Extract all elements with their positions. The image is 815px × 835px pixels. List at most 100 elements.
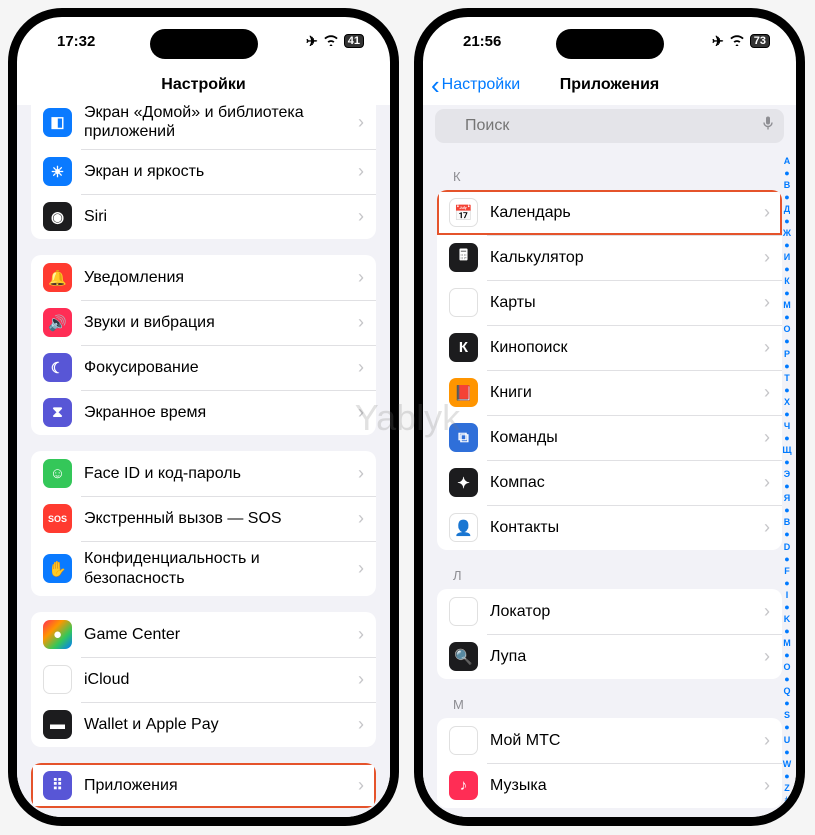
chevron-right-icon: ›	[764, 292, 770, 313]
index-letter[interactable]: Х	[784, 398, 790, 407]
index-letter[interactable]: F	[784, 567, 790, 576]
settings-row[interactable]: 🖩Калькулятор›	[437, 235, 782, 280]
index-letter[interactable]: ●	[784, 434, 789, 443]
nav-bar: Настройки Приложения	[423, 65, 796, 105]
index-letter[interactable]: ●	[784, 506, 789, 515]
settings-row[interactable]: ✦Компас›	[437, 460, 782, 505]
settings-row[interactable]: ▬Wallet и Apple Pay›	[31, 702, 376, 747]
index-letter[interactable]: S	[784, 711, 790, 720]
index-letter[interactable]: Я	[784, 494, 790, 503]
settings-row[interactable]: ⧗Экранное время›	[31, 390, 376, 435]
wallet-icon: ▬	[43, 710, 72, 739]
chevron-right-icon: ›	[358, 357, 364, 378]
index-letter[interactable]: К	[784, 277, 790, 286]
settings-row[interactable]: ⠿Приложения›	[31, 763, 376, 808]
maps-icon: 🗺	[449, 288, 478, 317]
index-letter[interactable]: Ж	[783, 229, 791, 238]
settings-row[interactable]: ◉Siri›	[31, 194, 376, 239]
index-letter[interactable]: О	[783, 325, 790, 334]
index-letter[interactable]: ●	[784, 217, 789, 226]
section-index[interactable]: А ● В ● Д ● Ж ● И ● К ● М ● О ● Р ● Т ● Х ● Ч ● Щ ● Э ● Я ● B ● D ● F ● I ● K ●…	[780, 155, 794, 807]
index-letter[interactable]: B	[784, 518, 791, 527]
index-letter[interactable]: ●	[784, 386, 789, 395]
index-letter[interactable]: ●	[784, 603, 789, 612]
index-letter[interactable]: ●	[784, 627, 789, 636]
shortcuts-icon: ⧉	[449, 423, 478, 452]
nav-title: Приложения	[560, 76, 660, 94]
index-letter[interactable]: ●	[784, 313, 789, 322]
index-letter[interactable]: #	[784, 796, 789, 805]
back-button[interactable]: Настройки	[431, 72, 520, 98]
index-letter[interactable]: ●	[784, 362, 789, 371]
search-input[interactable]	[435, 109, 784, 143]
index-letter[interactable]: ●	[784, 289, 789, 298]
index-letter[interactable]: ●	[784, 265, 789, 274]
content-right[interactable]: К📅Календарь›🖩Калькулятор›🗺Карты›ККинопои…	[423, 105, 796, 817]
index-letter[interactable]: M	[783, 639, 791, 648]
settings-row[interactable]: ККинопоиск›	[437, 325, 782, 370]
index-letter[interactable]: Щ	[782, 446, 791, 455]
index-letter[interactable]: W	[783, 760, 792, 769]
index-letter[interactable]: O	[783, 663, 790, 672]
index-letter[interactable]: ●	[784, 772, 789, 781]
settings-row[interactable]: ◎Локатор›	[437, 589, 782, 634]
settings-row[interactable]: ♪Музыка›	[437, 763, 782, 808]
settings-row[interactable]: ☺Face ID и код-пароль›	[31, 451, 376, 496]
index-letter[interactable]: ●	[784, 530, 789, 539]
index-letter[interactable]: ●	[784, 723, 789, 732]
index-letter[interactable]: ●	[784, 241, 789, 250]
mic-icon[interactable]	[762, 116, 774, 137]
settings-row[interactable]: ●Game Center›	[31, 612, 376, 657]
index-letter[interactable]: В	[784, 181, 791, 190]
index-letter[interactable]: Q	[783, 687, 790, 696]
settings-row[interactable]: 🔍Лупа›	[437, 634, 782, 679]
settings-row[interactable]: 📅Календарь›	[437, 190, 782, 235]
index-letter[interactable]: ●	[784, 748, 789, 757]
settings-row[interactable]: ◧Экран «Домой» и библиотека приложений›	[31, 105, 376, 149]
index-letter[interactable]: ●	[784, 458, 789, 467]
settings-group: ⠿Приложения›	[31, 763, 376, 808]
settings-row[interactable]: ✋Конфиденциальность и безопасность›	[31, 541, 376, 595]
index-letter[interactable]: Z	[784, 784, 790, 793]
settings-row[interactable]: 🗺Карты›	[437, 280, 782, 325]
index-letter[interactable]: ●	[784, 699, 789, 708]
index-letter[interactable]: U	[784, 736, 791, 745]
row-label: Face ID и код-пароль	[84, 464, 358, 483]
settings-row[interactable]: SOSЭкстренный вызов — SOS›	[31, 496, 376, 541]
index-letter[interactable]: D	[784, 543, 791, 552]
index-letter[interactable]: ●	[784, 193, 789, 202]
settings-row[interactable]: ☾Фокусирование›	[31, 345, 376, 390]
content-left[interactable]: ◧Экран «Домой» и библиотека приложений›☀…	[17, 105, 390, 817]
settings-row[interactable]: 🔔Уведомления›	[31, 255, 376, 300]
status-time: 21:56	[463, 33, 501, 50]
settings-row[interactable]: 📕Книги›	[437, 370, 782, 415]
settings-row[interactable]: ☀Экран и яркость›	[31, 149, 376, 194]
settings-row[interactable]: ◯Мой МТС›	[437, 718, 782, 763]
index-letter[interactable]: ●	[784, 579, 789, 588]
index-letter[interactable]: М	[783, 301, 791, 310]
index-letter[interactable]: Р	[784, 350, 790, 359]
index-letter[interactable]: ●	[784, 337, 789, 346]
settings-row[interactable]: 🔊Звуки и вибрация›	[31, 300, 376, 345]
settings-row[interactable]: 👤Контакты›	[437, 505, 782, 550]
index-letter[interactable]: Д	[784, 205, 790, 214]
index-letter[interactable]: I	[786, 591, 789, 600]
settings-row[interactable]: ☁iCloud›	[31, 657, 376, 702]
chevron-right-icon: ›	[358, 161, 364, 182]
index-letter[interactable]: Ч	[784, 422, 790, 431]
index-letter[interactable]: ●	[784, 410, 789, 419]
index-letter[interactable]: ●	[784, 482, 789, 491]
settings-row[interactable]: ⧉Команды›	[437, 415, 782, 460]
nav-title: Настройки	[161, 76, 245, 94]
section-header: Л	[453, 568, 782, 583]
index-letter[interactable]: А	[784, 157, 791, 166]
index-letter[interactable]: ●	[784, 555, 789, 564]
index-letter[interactable]: ●	[784, 675, 789, 684]
index-letter[interactable]: K	[784, 615, 791, 624]
app-group: 📅Календарь›🖩Калькулятор›🗺Карты›ККинопоис…	[437, 190, 782, 550]
index-letter[interactable]: Т	[784, 374, 790, 383]
index-letter[interactable]: ●	[784, 651, 789, 660]
index-letter[interactable]: ●	[784, 169, 789, 178]
index-letter[interactable]: Э	[784, 470, 790, 479]
index-letter[interactable]: И	[784, 253, 790, 262]
